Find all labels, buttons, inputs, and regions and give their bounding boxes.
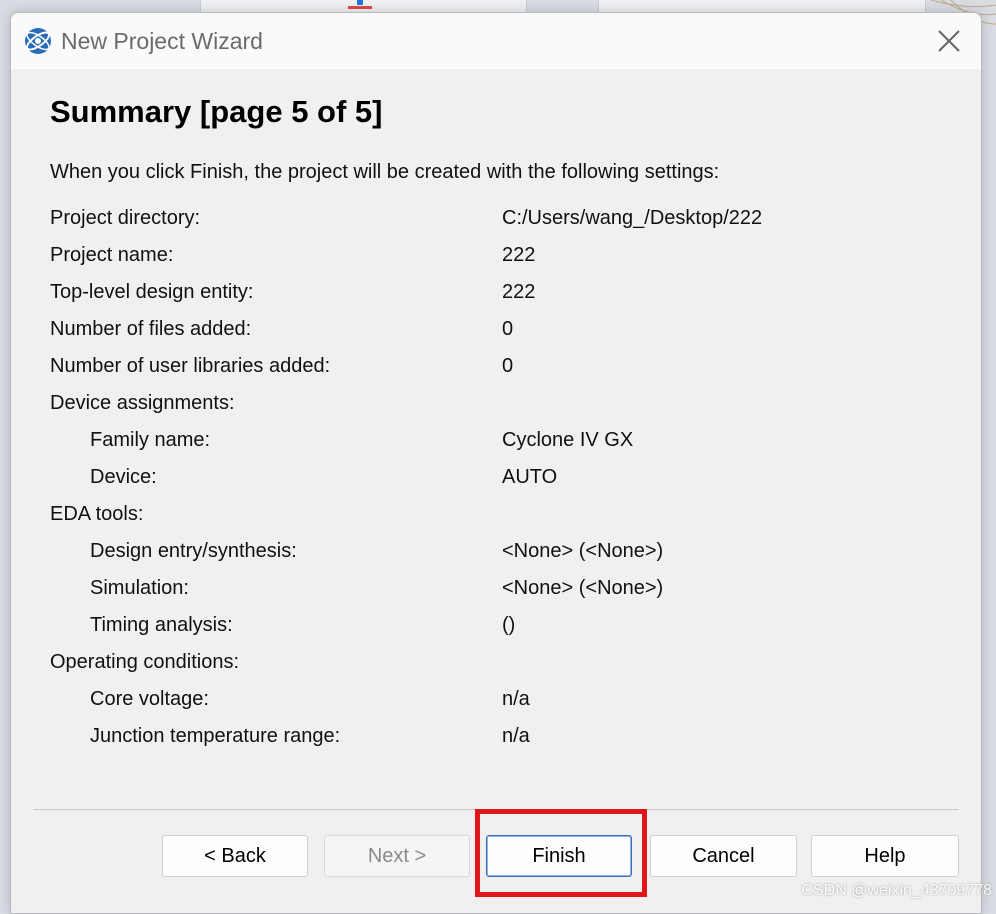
network-icon (348, 0, 372, 9)
setting-label: Project directory: (50, 207, 201, 229)
settings-row: Number of files added: 0 (11, 318, 981, 348)
next-button[interactable]: Next > (324, 835, 470, 877)
setting-value: <None> (<None>) (502, 540, 664, 562)
window-title: New Project Wizard (61, 28, 263, 54)
setting-value: n/a (502, 688, 530, 710)
settings-row: Family name: Cyclone IV GX (11, 429, 981, 459)
watermark: CSDN @weixin_43709778 (801, 882, 992, 899)
setting-value: AUTO (502, 466, 558, 488)
settings-row: Number of user libraries added: 0 (11, 355, 981, 385)
setting-value: 0 (502, 318, 514, 340)
intro-text: When you click Finish, the project will … (50, 161, 720, 183)
cancel-button[interactable]: Cancel (650, 835, 797, 877)
setting-label: Junction temperature range: (90, 725, 341, 747)
setting-label: Family name: (90, 429, 211, 451)
setting-value: () (502, 614, 516, 636)
finish-highlight-annotation (475, 809, 647, 897)
settings-row: Junction temperature range: n/a (11, 725, 981, 755)
back-button[interactable]: < Back (162, 835, 308, 877)
settings-row: Top-level design entity: 222 (11, 281, 981, 311)
setting-label: Simulation: (90, 577, 189, 599)
settings-row: Device assignments: (11, 392, 981, 422)
setting-label: Timing analysis: (90, 614, 233, 636)
setting-label: Top-level design entity: (50, 281, 254, 303)
settings-row: EDA tools: (11, 503, 981, 533)
settings-row: Timing analysis: () (11, 614, 981, 644)
setting-value: 222 (502, 281, 536, 303)
setting-value: <None> (<None>) (502, 577, 664, 599)
setting-label: Device: (90, 466, 157, 488)
setting-label: Number of files added: (50, 318, 252, 340)
setting-label: Number of user libraries added: (50, 355, 331, 377)
settings-row: Project name: 222 (11, 244, 981, 274)
quartus-app-icon (25, 28, 51, 54)
new-project-wizard-dialog: New Project Wizard Summary [page 5 of 5]… (10, 12, 982, 914)
setting-value: n/a (502, 725, 530, 747)
title-bar: New Project Wizard (11, 13, 981, 69)
settings-row: Device: AUTO (11, 466, 981, 496)
setting-label: EDA tools: (50, 503, 144, 525)
setting-value: Cyclone IV GX (502, 429, 634, 451)
settings-row: Simulation: <None> (<None>) (11, 577, 981, 607)
help-button[interactable]: Help (811, 835, 959, 877)
settings-row: Operating conditions: (11, 651, 981, 681)
setting-value: C:/Users/wang_/Desktop/222 (502, 207, 763, 229)
page-title: Summary [page 5 of 5] (50, 94, 383, 129)
setting-value: 222 (502, 244, 536, 266)
setting-label: Core voltage: (90, 688, 209, 710)
setting-value: 0 (502, 355, 514, 377)
close-icon[interactable] (935, 27, 963, 55)
setting-label: Project name: (50, 244, 174, 266)
settings-row: Core voltage: n/a (11, 688, 981, 718)
setting-label: Device assignments: (50, 392, 235, 414)
settings-row: Design entry/synthesis: <None> (<None>) (11, 540, 981, 570)
settings-row: Project directory: C:/Users/wang_/Desktop… (11, 207, 981, 237)
setting-label: Operating conditions: (50, 651, 240, 673)
setting-label: Design entry/synthesis: (90, 540, 297, 562)
